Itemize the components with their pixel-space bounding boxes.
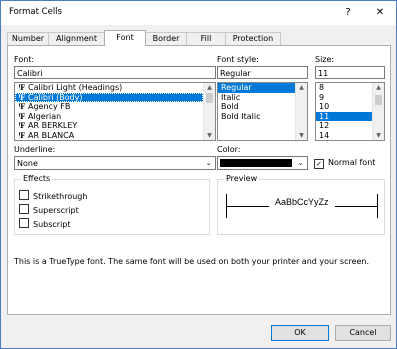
preview-group: Preview AaBbCcYyZz [217,174,385,235]
strikethrough-checkbox[interactable]: Strikethrough [19,190,88,201]
checkbox-icon[interactable] [19,204,29,214]
title-bar: Format Cells ? ✕ [1,1,396,25]
font-listbox[interactable]: ꞋF Calibri Light (Headings) ꞋF Calibri (Bo… [14,82,216,141]
size-list-scrollbar[interactable]: ▲ ▼ [372,83,384,140]
color-swatch [220,159,292,167]
underline-dropdown[interactable]: None ⌄ [14,156,216,170]
subscript-label: Subscript [33,220,71,229]
list-item[interactable]: Italic [218,93,307,103]
list-item-selected[interactable]: ꞋF Calibri (Body) [15,92,203,103]
font-style-scrollbar[interactable]: ▲ ▼ [295,83,307,140]
scroll-up-icon[interactable]: ▲ [373,83,384,92]
checkbox-icon[interactable] [19,218,29,228]
superscript-label: Superscript [33,206,79,215]
font-style-listbox[interactable]: Regular Italic Bold Bold Italic ▲ ▼ [217,82,308,141]
size-listbox[interactable]: 8 9 10 11 12 14 ▲ ▼ [315,82,385,141]
tab-number[interactable]: Number [7,32,49,45]
normal-font-label: Normal font [328,158,376,167]
scroll-up-icon[interactable]: ▲ [204,83,215,92]
font-label: Font: [14,55,35,64]
subscript-checkbox[interactable]: Subscript [19,218,71,229]
checkbox-checked-icon[interactable]: ✓ [314,159,324,169]
effects-group: Effects Strikethrough Superscript Subscr… [14,174,210,235]
tab-alignment[interactable]: Alignment [48,32,105,45]
size-input[interactable]: 11 [315,66,385,79]
list-item[interactable]: Bold [218,102,307,112]
font-name-input[interactable]: Calibri [14,66,216,79]
font-tab-panel: Font: Calibri ꞋF Calibri Light (Headings)… [7,45,391,315]
preview-sample: AaBbCcYyZz [269,197,335,207]
scroll-up-icon[interactable]: ▲ [296,83,307,92]
list-item-selected[interactable]: 11 [316,111,372,122]
list-item-selected[interactable]: Regular [218,83,295,93]
color-dropdown[interactable]: ⌄ [217,156,308,170]
truetype-icon: ꞋF [18,83,25,92]
list-item[interactable]: ꞋF Agency FB [15,102,215,112]
list-item[interactable]: ꞋF Calibri Light (Headings) [15,83,215,93]
preview-box: AaBbCcYyZz [226,194,378,218]
checkbox-icon[interactable] [19,190,29,200]
truetype-icon: ꞋF [18,111,25,121]
color-label: Color: [217,145,241,154]
size-label: Size: [315,55,335,64]
truetype-icon: ꞋF [18,121,25,131]
tab-protection[interactable]: Protection [225,32,281,45]
tab-border[interactable]: Border [145,32,187,45]
format-cells-dialog: Format Cells ? ✕ Number Alignment Font B… [0,0,397,349]
tab-fill[interactable]: Fill [186,32,226,45]
ok-button[interactable]: OK [271,325,329,341]
scroll-down-icon[interactable]: ▼ [373,131,384,140]
tab-font[interactable]: Font [104,30,146,46]
scroll-thumb[interactable] [206,93,213,103]
font-list-scrollbar[interactable]: ▲ ▼ [203,83,215,140]
list-item[interactable]: ꞋF AR BLANCA [15,130,215,140]
scroll-thumb[interactable] [375,95,382,105]
underline-value: None [17,159,38,168]
superscript-checkbox[interactable]: Superscript [19,204,79,215]
list-item[interactable]: Bold Italic [218,112,307,122]
window-title: Format Cells [9,7,62,17]
help-button[interactable]: ? [337,4,359,22]
truetype-icon: ꞋF [18,102,25,112]
list-item[interactable]: ꞋF AR BERKLEY [15,121,215,131]
font-style-label: Font style: [217,55,259,64]
normal-font-checkbox[interactable]: ✓ Normal font [314,158,376,169]
list-item[interactable]: ꞋF Algerian [15,112,215,122]
scroll-down-icon[interactable]: ▼ [204,131,215,140]
font-style-input[interactable]: Regular [217,66,308,79]
chevron-down-icon: ⌄ [205,159,212,167]
info-text: This is a TrueType font. The same font w… [14,257,370,266]
truetype-icon: ꞋF [18,92,25,102]
scroll-down-icon[interactable]: ▼ [296,131,307,140]
close-icon[interactable]: ✕ [369,4,391,22]
preview-title: Preview [224,174,260,183]
effects-title: Effects [21,174,53,183]
cancel-button[interactable]: Cancel [335,325,391,341]
strikethrough-label: Strikethrough [33,192,88,201]
underline-label: Underline: [14,145,56,154]
chevron-down-icon: ⌄ [297,159,304,167]
truetype-icon: ꞋF [18,130,25,140]
